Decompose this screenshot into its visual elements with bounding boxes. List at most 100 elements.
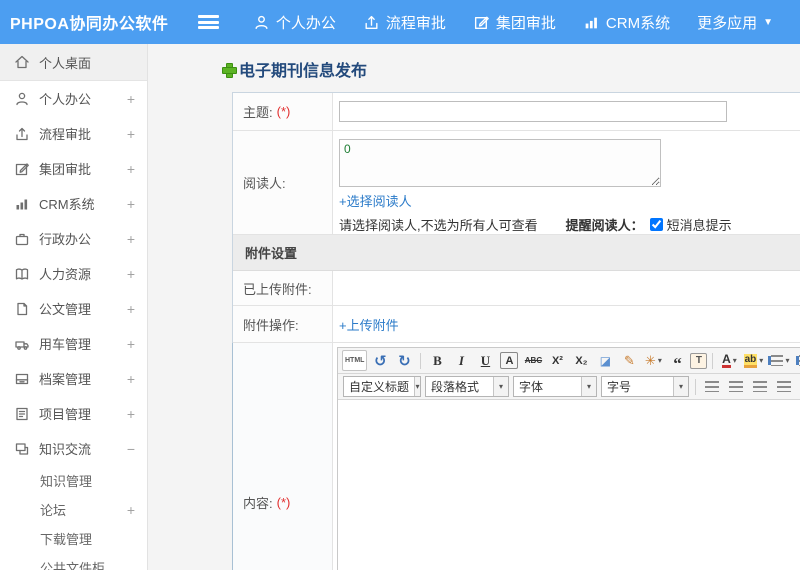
paste-text-button[interactable]: T	[690, 352, 708, 369]
redo-button[interactable]: ↻	[393, 350, 415, 371]
required-mark: (*)	[276, 104, 291, 119]
publish-form: 主题: (*) 阅读人: 0 +选择阅读人 请选择阅读人,不选为所有人可查看 提…	[232, 92, 800, 570]
chevron-down-icon: ▾	[759, 356, 764, 365]
align-justify-icon	[777, 381, 791, 392]
sidebar-item-workflow-approval[interactable]: 流程审批 +	[0, 116, 147, 151]
nav-item-more-apps[interactable]: 更多应用 ▼	[697, 12, 773, 33]
align-right-button[interactable]	[749, 376, 771, 397]
paragraph-select-value: 段落格式	[431, 380, 480, 394]
chevron-down-icon[interactable]: ▾	[493, 377, 508, 396]
chart-icon	[14, 196, 30, 212]
expand-icon[interactable]: +	[127, 91, 135, 107]
format-brush-button[interactable]: ✎	[618, 350, 640, 371]
editor-content-area[interactable]	[338, 400, 800, 570]
superscript-button[interactable]: X²	[546, 350, 568, 371]
sidebar-item-admin-office[interactable]: 行政办公 +	[0, 221, 147, 256]
toolbar-separator	[695, 378, 696, 395]
nav-item-group-approval[interactable]: 集团审批	[473, 12, 556, 33]
size-select-value: 字号	[607, 380, 632, 394]
sidebar-item-label: 论坛	[40, 503, 67, 518]
main-content: 电子期刊信息发布 主题: (*) 阅读人: 0 +选择阅读人 请选择阅读人,不选…	[148, 44, 800, 570]
sidebar-item-knowledge-exchange[interactable]: 知识交流 −	[0, 431, 147, 466]
upload-attachment-link[interactable]: +上传附件	[339, 315, 399, 334]
chevron-down-icon[interactable]: ▾	[581, 377, 596, 396]
hamburger-menu-icon[interactable]	[198, 15, 219, 29]
style-select[interactable]: 自定义标题 ▾	[343, 376, 421, 397]
choose-readers-link[interactable]: +选择阅读人	[339, 191, 412, 210]
font-select[interactable]: 字体 ▾	[513, 376, 597, 397]
underline-button[interactable]: U	[474, 350, 496, 371]
sidebar-item-forum[interactable]: 论坛 +	[0, 495, 147, 524]
subscript-button[interactable]: X₂	[570, 350, 592, 371]
align-left-button[interactable]	[701, 376, 723, 397]
highlight-button[interactable]: ab ▾	[742, 350, 764, 371]
sidebar-item-document-management[interactable]: 公文管理 +	[0, 291, 147, 326]
expand-icon[interactable]: +	[127, 336, 135, 352]
ordered-list-button[interactable]: ▾	[766, 350, 790, 371]
size-select[interactable]: 字号 ▾	[601, 376, 689, 397]
expand-icon[interactable]: +	[127, 301, 135, 317]
align-center-button[interactable]	[725, 376, 747, 397]
nav-item-label: 集团审批	[495, 14, 556, 32]
sidebar-item-public-file-cabinet[interactable]: 公共文件柜	[0, 553, 147, 570]
sidebar-item-vehicle-management[interactable]: 用车管理 +	[0, 326, 147, 361]
chevron-down-icon[interactable]: ▾	[673, 377, 688, 396]
html-source-button[interactable]: HTML	[342, 350, 368, 371]
uploaded-attachments-value	[333, 271, 800, 305]
expand-icon[interactable]: +	[127, 161, 135, 177]
undo-button[interactable]: ↺	[369, 350, 391, 371]
italic-button[interactable]: I	[450, 350, 472, 371]
sidebar-item-human-resources[interactable]: 人力资源 +	[0, 256, 147, 291]
readers-label: 阅读人:	[233, 131, 333, 234]
book-icon	[14, 266, 30, 282]
collapse-icon[interactable]: −	[127, 441, 135, 457]
expand-icon[interactable]: +	[127, 231, 135, 247]
chat-icon	[14, 441, 30, 457]
sidebar-item-project-management[interactable]: 项目管理 +	[0, 396, 147, 431]
style-select-value: 自定义标题	[349, 380, 410, 394]
expand-icon[interactable]: +	[127, 406, 135, 422]
chevron-down-icon[interactable]: ▾	[414, 377, 420, 396]
share-icon	[363, 14, 380, 31]
list-ol-icon	[771, 355, 784, 366]
paragraph-select[interactable]: 段落格式 ▾	[425, 376, 509, 397]
sidebar-item-knowledge-management[interactable]: 知识管理	[0, 466, 147, 495]
expand-icon[interactable]: +	[127, 196, 135, 212]
font-color-button[interactable]: A ▾	[718, 350, 740, 371]
expand-icon[interactable]: +	[127, 502, 135, 518]
align-justify-button[interactable]	[773, 376, 795, 397]
sms-checkbox[interactable]	[649, 218, 663, 231]
archive-icon	[14, 371, 30, 387]
readers-textarea[interactable]: 0	[339, 139, 661, 187]
expand-icon[interactable]: +	[127, 266, 135, 282]
nav-item-personal-office[interactable]: 个人办公	[253, 12, 336, 33]
nav-item-label: 更多应用	[697, 14, 758, 32]
subject-input[interactable]	[339, 101, 727, 122]
sidebar-item-label: 人力资源	[39, 267, 92, 282]
sidebar-item-label: 个人桌面	[39, 55, 92, 71]
required-mark: (*)	[276, 495, 291, 510]
nav-item-crm-system[interactable]: CRM系统	[583, 12, 670, 33]
strikethrough-button[interactable]: ABC	[522, 350, 544, 371]
blockquote-button[interactable]: “	[666, 350, 688, 372]
expand-icon[interactable]: +	[127, 126, 135, 142]
auto-format-button[interactable]: ✳ ▾	[642, 350, 664, 371]
unordered-list-button[interactable]	[792, 350, 800, 371]
font-box-button[interactable]: A	[500, 352, 519, 369]
sidebar-item-archive-management[interactable]: 档案管理 +	[0, 361, 147, 396]
share-icon	[14, 126, 30, 142]
sidebar-item-label: 档案管理	[39, 372, 92, 387]
align-left-icon	[705, 381, 719, 392]
nav-item-workflow-approval[interactable]: 流程审批	[363, 12, 446, 33]
sidebar-item-download-management[interactable]: 下载管理	[0, 524, 147, 553]
sidebar-item-group-approval[interactable]: 集团审批 +	[0, 151, 147, 186]
expand-icon[interactable]: +	[127, 371, 135, 387]
car-icon	[14, 336, 30, 352]
sidebar-item-personal-desktop[interactable]: 个人桌面	[0, 44, 147, 81]
subject-label: 主题: (*)	[233, 93, 333, 130]
sidebar-item-personal-office[interactable]: 个人办公 +	[0, 81, 147, 116]
sidebar-item-label: 知识管理	[40, 474, 93, 489]
eraser-button[interactable]: ◪	[594, 350, 616, 371]
sidebar-item-crm-system[interactable]: CRM系统 +	[0, 186, 147, 221]
bold-button[interactable]: B	[426, 350, 448, 371]
